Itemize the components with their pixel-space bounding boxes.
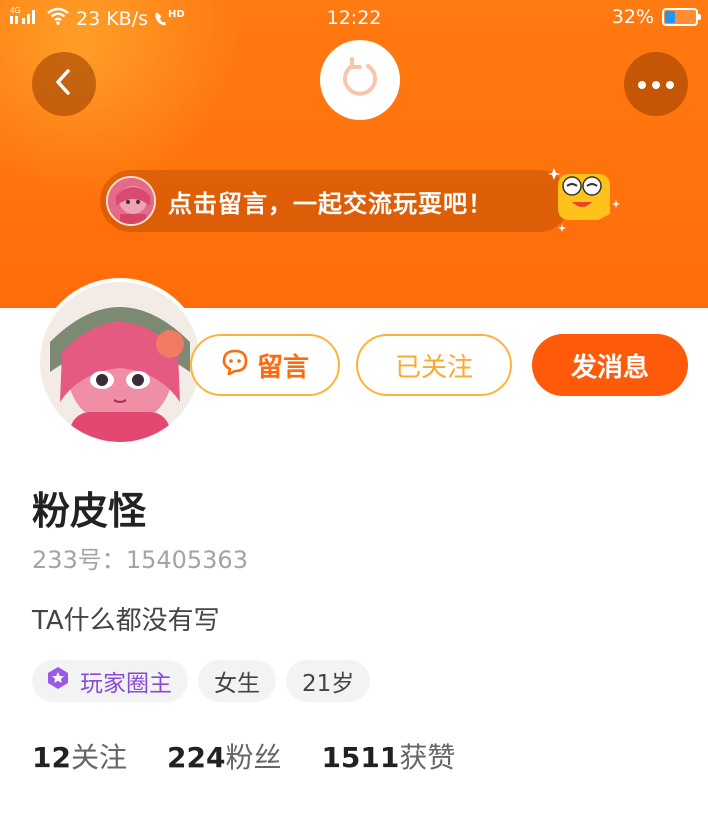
chat-bubble-icon [221,348,249,383]
stat-likes-label: 获赞 [399,741,456,774]
refresh-button[interactable] [320,40,400,120]
banner-avatar [106,176,156,226]
stat-following[interactable]: 12关注 [32,736,127,776]
profile-id: 233号：15405363 [32,540,248,575]
refresh-icon [338,56,382,104]
battery-icon [662,8,701,26]
profile-name: 粉皮怪 [32,489,147,533]
more-icon [636,75,676,94]
banner-text: 点击留言，一起交流玩耍吧！ [168,189,493,218]
followed-label: 已关注 [394,352,473,383]
tag-role[interactable]: 玩家圈主 [32,660,188,702]
stat-fans[interactable]: 224粉丝 [167,736,281,776]
tag-gender: 女生 [198,660,276,702]
send-message-label: 发消息 [570,352,649,383]
profile-avatar[interactable] [36,278,204,446]
status-time: 12:22 [326,7,382,29]
stat-fans-count: 224 [166,741,226,774]
stat-likes[interactable]: 1511获赞 [321,736,455,776]
leave-message-banner[interactable]: 点击留言，一起交流玩耍吧！ [100,170,570,232]
status-right: 32% [611,6,701,28]
tag-role-label: 玩家圈主 [80,671,172,697]
profile-stats: 12关注 224粉丝 1511获赞 [32,736,455,776]
leave-message-button[interactable]: 留言 [190,334,340,396]
stat-likes-count: 1511 [321,741,400,774]
smiley-emoji-icon [548,162,624,238]
send-message-button[interactable]: 发消息 [532,334,688,396]
back-button[interactable] [32,52,96,116]
profile-id-value: 15405363 [125,546,248,574]
stat-fans-label: 粉丝 [225,741,282,774]
stat-following-label: 关注 [70,741,127,774]
profile-bio: TA什么都没有写 [32,606,220,636]
leave-message-label: 留言 [256,352,309,383]
battery-level [665,11,675,23]
chevron-left-icon [52,68,76,100]
more-button[interactable] [624,52,688,116]
profile-id-label: 233号： [32,546,126,574]
stat-following-count: 12 [32,741,71,774]
followed-button[interactable]: 已关注 [356,334,512,396]
status-bar: 4G 23 KB/s HD 12:22 32% [0,0,708,36]
profile-tags: 玩家圈主 女生 21岁 [32,660,371,702]
star-badge-icon [46,666,70,696]
battery-percent: 32% [611,6,654,28]
tag-age: 21岁 [286,660,371,702]
